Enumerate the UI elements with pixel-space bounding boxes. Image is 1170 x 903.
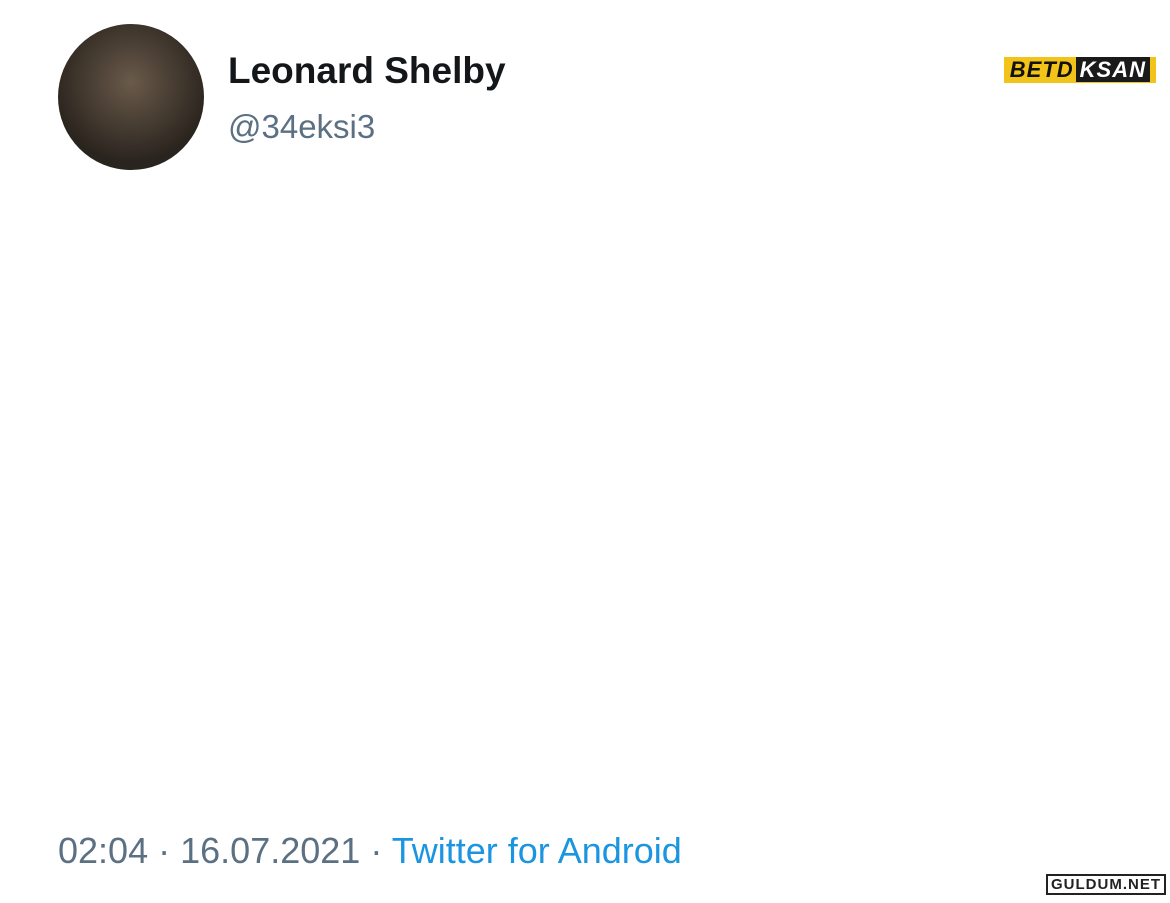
tweet-text [58, 246, 1138, 786]
site-watermark: GULDUM.NET [1046, 874, 1166, 895]
brand-logo: BETD KSAN [1003, 57, 1156, 83]
tweet-date[interactable]: 16.07.2021 [180, 830, 360, 871]
tweet-meta: 02:04 · 16.07.2021 · Twitter for Android [58, 830, 682, 872]
tweet-line [58, 426, 1138, 516]
tweet-source-link[interactable]: Twitter for Android [392, 830, 682, 871]
tweet-line [58, 246, 1138, 336]
tweet-line [58, 606, 1138, 696]
tweet-line [58, 516, 1138, 606]
brand-logo-right: KSAN [1075, 57, 1150, 82]
author-handle[interactable]: @34eksi3 [228, 108, 375, 146]
tweet-time[interactable]: 02:04 [58, 830, 148, 871]
author-name[interactable]: Leonard Shelby [228, 50, 506, 92]
meta-separator: · [158, 830, 171, 871]
meta-separator: · [370, 830, 383, 871]
tweet-line [58, 696, 1138, 786]
tweet-line [58, 336, 1138, 426]
brand-logo-left: BETD [1009, 57, 1074, 82]
avatar[interactable] [58, 24, 204, 170]
